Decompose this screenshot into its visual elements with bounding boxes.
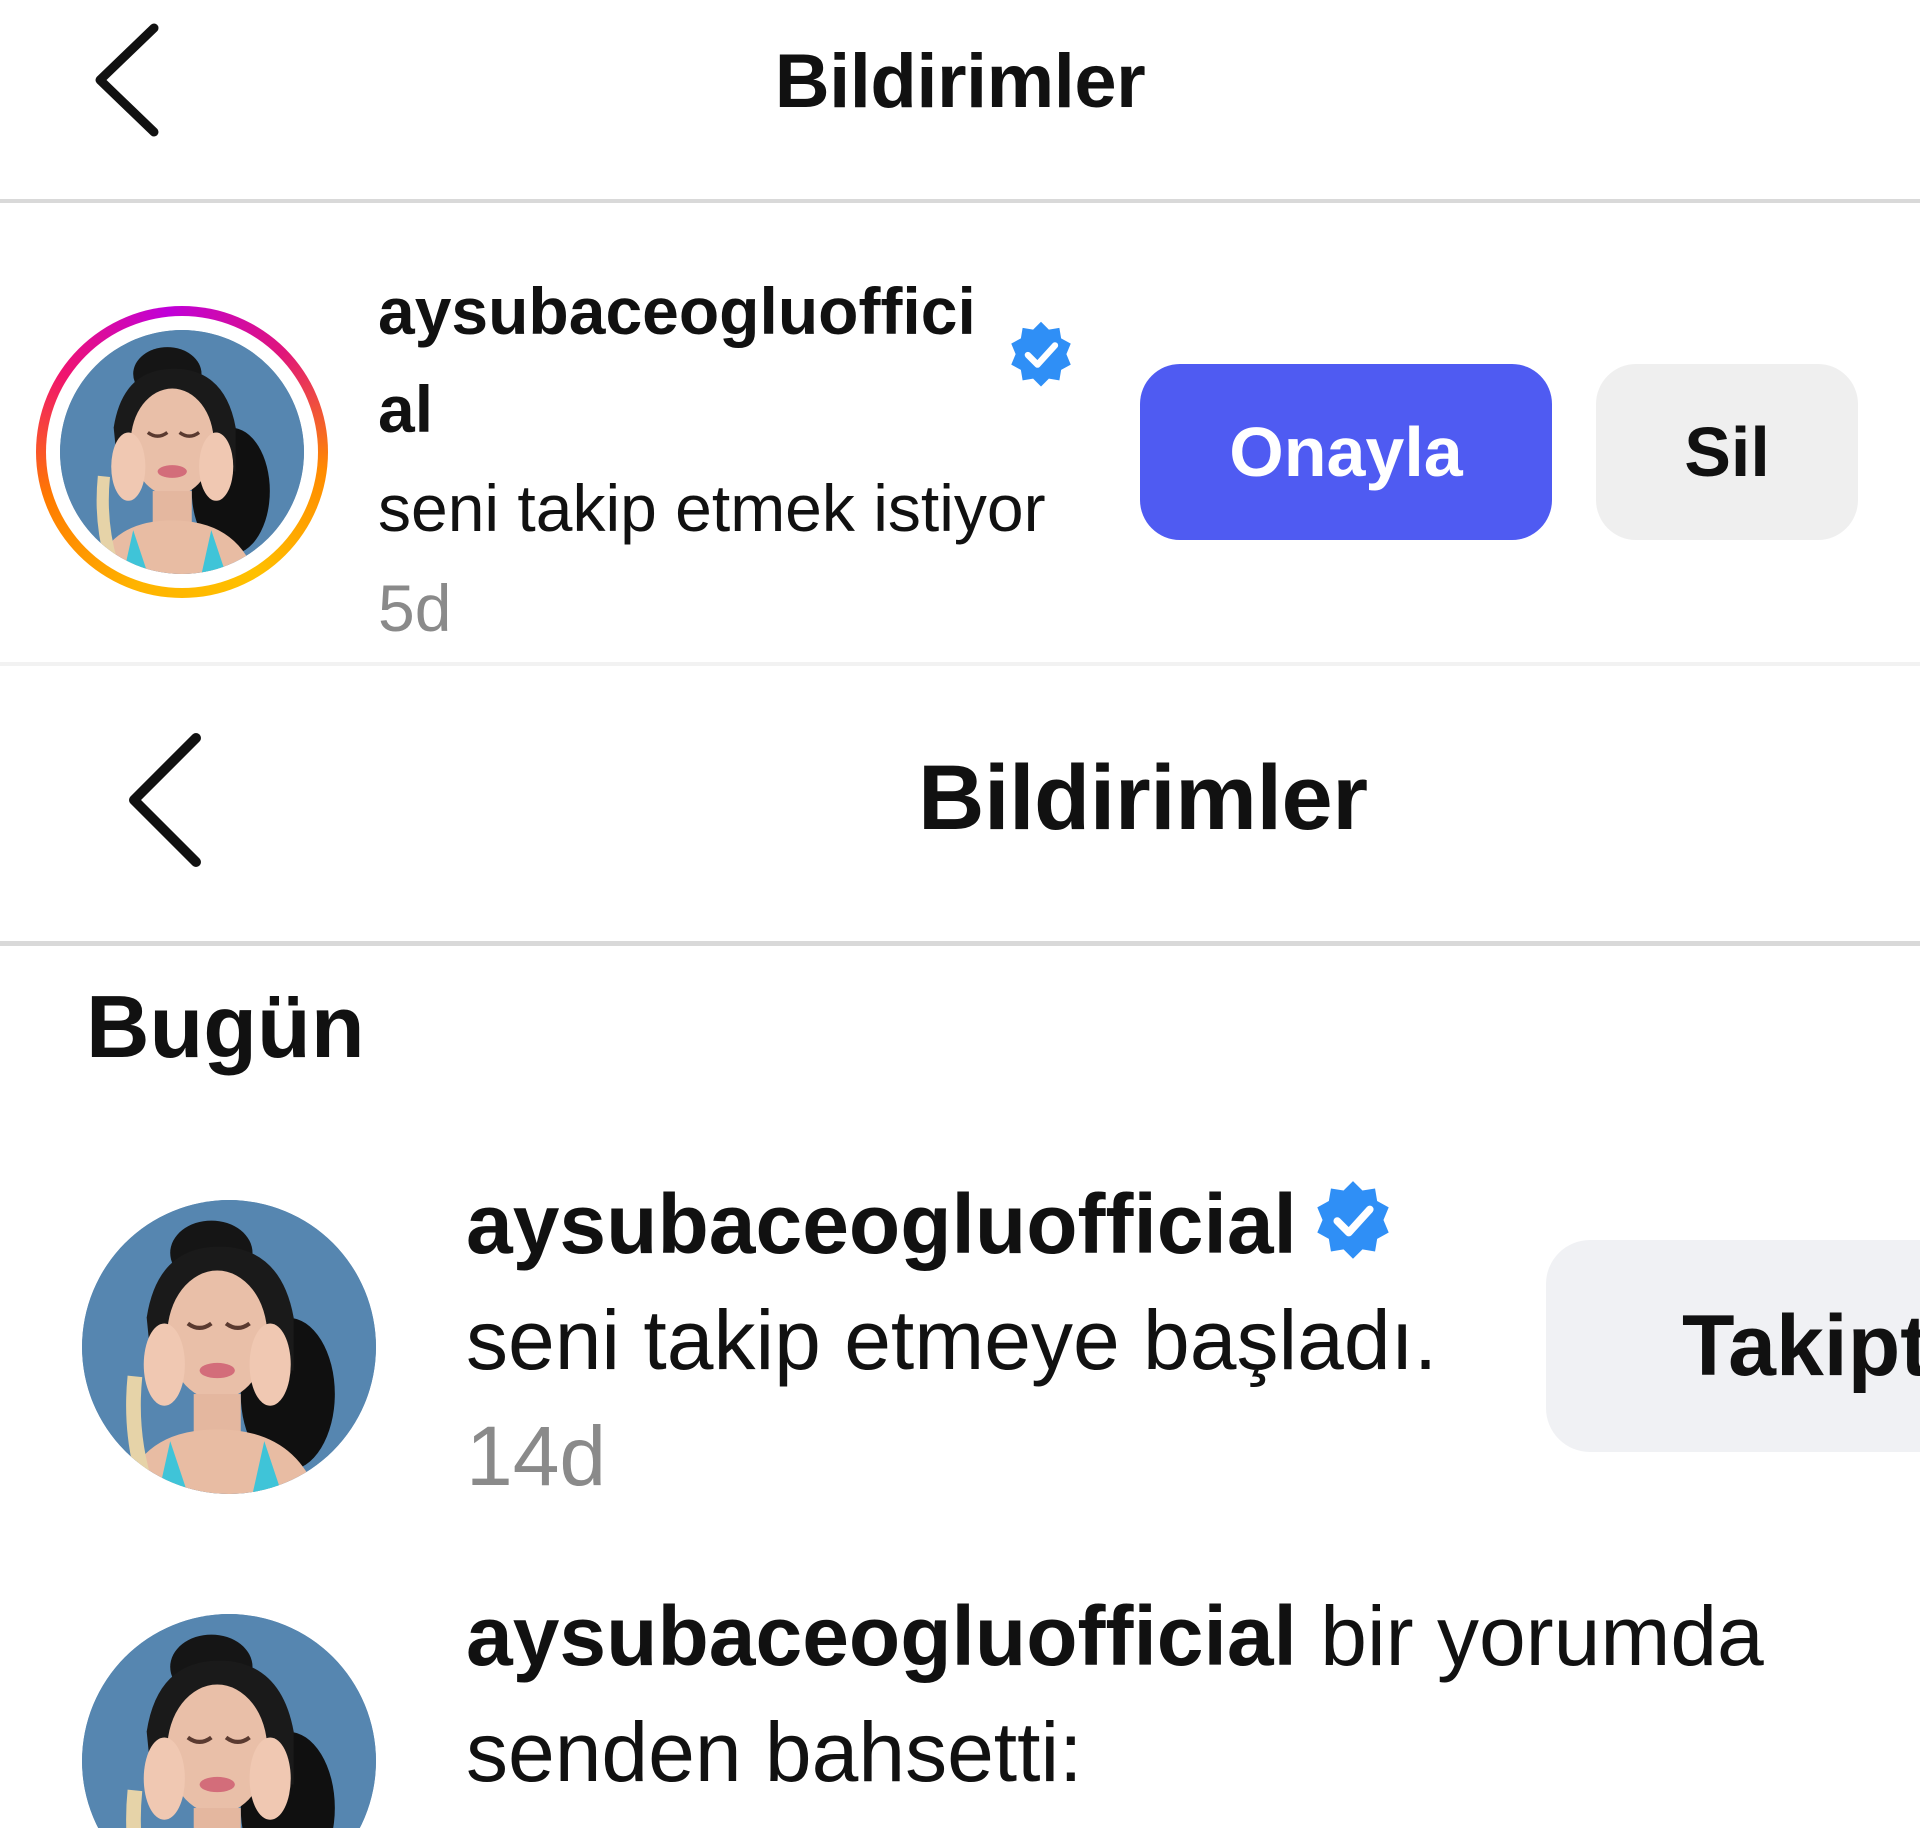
avatar[interactable] bbox=[82, 1200, 376, 1494]
story-avatar[interactable] bbox=[36, 306, 328, 598]
timestamp: 14d bbox=[466, 1409, 607, 1503]
username[interactable]: aysubaceogluofficial bbox=[378, 262, 978, 458]
delete-button[interactable]: Sil bbox=[1596, 364, 1858, 540]
username[interactable]: aysubaceogluofficial bbox=[466, 1177, 1297, 1271]
header-divider bbox=[0, 941, 1920, 946]
bottom-panel: Bildirimler Bugün aysubaceogluofficial s… bbox=[0, 666, 1920, 1828]
approve-button[interactable]: Onayla bbox=[1140, 364, 1552, 540]
section-title: Bugün bbox=[86, 977, 365, 1076]
follow-back-button[interactable]: Takipt bbox=[1546, 1240, 1920, 1452]
back-arrow-icon[interactable] bbox=[120, 732, 212, 868]
verified-badge-icon bbox=[1006, 320, 1076, 390]
timestamp: 5d bbox=[378, 571, 452, 645]
username[interactable]: aysubaceogluofficial bbox=[466, 1589, 1297, 1683]
notification-text: aysubaceogluofficial bir yorumda senden … bbox=[466, 1578, 1866, 1810]
page-title: Bildirimler bbox=[918, 747, 1368, 849]
notification-message: seni takip etmeye başladı. bbox=[466, 1293, 1438, 1387]
avatar[interactable] bbox=[82, 1614, 376, 1828]
request-message: seni takip etmek istiyor bbox=[378, 471, 1046, 545]
header: Bildirimler bbox=[0, 0, 1920, 200]
follow-request-text: aysubaceogluofficial seni takip etmek is… bbox=[378, 262, 1088, 658]
avatar bbox=[60, 330, 304, 574]
follow-button-label: Takipt bbox=[1682, 1297, 1920, 1394]
header-divider bbox=[0, 199, 1920, 203]
top-panel: Bildirimler aysubaceogluofficial seni ta… bbox=[0, 0, 1920, 664]
verified-badge-icon bbox=[1311, 1179, 1395, 1263]
page-title: Bildirimler bbox=[774, 39, 1146, 124]
notification-text: aysubaceogluofficial seni takip etmeye b… bbox=[466, 1166, 1466, 1514]
